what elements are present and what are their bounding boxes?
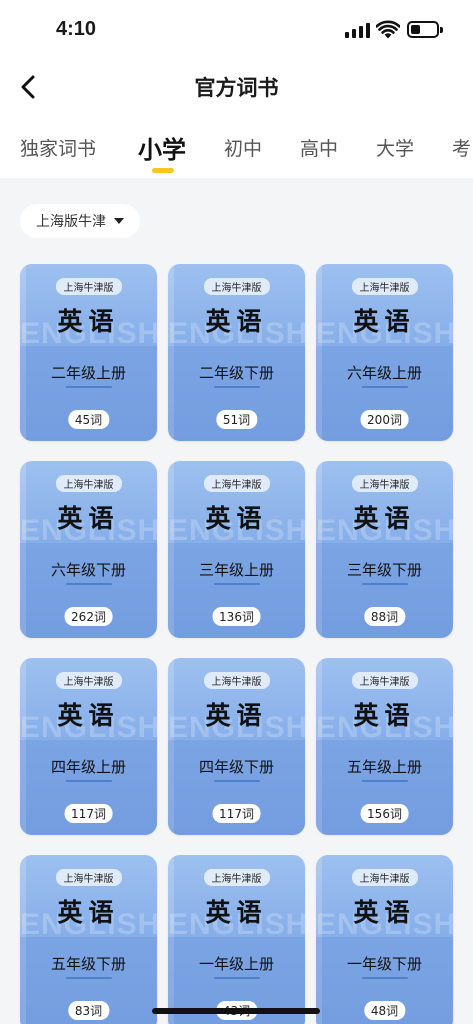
word-count-badge: 48词 bbox=[363, 1001, 406, 1020]
grade-underline bbox=[65, 583, 112, 585]
category-tabs: 独家词书 小学 初中 高中 大学 考 bbox=[0, 130, 473, 176]
grade-label: 二年级上册 bbox=[50, 364, 126, 382]
word-count-badge: 88词 bbox=[363, 607, 406, 626]
book-card[interactable]: ENGLISH 上海牛津版 英语 六年级上册 200词 bbox=[316, 264, 453, 441]
publisher-badge: 上海牛津版 bbox=[351, 475, 418, 492]
publisher-badge: 上海牛津版 bbox=[351, 278, 418, 295]
grade-label: 四年级下册 bbox=[198, 758, 274, 776]
publisher-badge: 上海牛津版 bbox=[55, 672, 122, 689]
word-count-badge: 262词 bbox=[64, 607, 113, 626]
caret-down-icon bbox=[114, 218, 124, 224]
grade-label: 四年级上册 bbox=[50, 758, 126, 776]
publisher-badge: 上海牛津版 bbox=[203, 278, 270, 295]
grade-underline bbox=[65, 780, 112, 782]
subject-title: 英语 bbox=[353, 701, 416, 730]
grade-underline bbox=[213, 977, 260, 979]
publisher-badge: 上海牛津版 bbox=[203, 869, 270, 886]
book-card[interactable]: ENGLISH 上海牛津版 英语 三年级上册 136词 bbox=[168, 461, 305, 638]
publisher-badge: 上海牛津版 bbox=[351, 869, 418, 886]
grade-label: 六年级下册 bbox=[50, 561, 126, 579]
wifi-icon bbox=[376, 20, 400, 39]
tab-junior-high[interactable]: 初中 bbox=[224, 134, 262, 161]
publisher-badge: 上海牛津版 bbox=[55, 869, 122, 886]
grade-underline bbox=[65, 977, 112, 979]
subject-title: 英语 bbox=[57, 504, 120, 533]
subject-title: 英语 bbox=[353, 504, 416, 533]
subject-title: 英语 bbox=[353, 898, 416, 927]
word-count-badge: 156词 bbox=[360, 804, 409, 823]
word-count-badge: 117词 bbox=[64, 804, 113, 823]
word-count-badge: 45词 bbox=[67, 410, 110, 429]
word-count-badge: 51词 bbox=[215, 410, 258, 429]
edition-filter-dropdown[interactable]: 上海版牛津 bbox=[20, 204, 140, 238]
subject-title: 英语 bbox=[205, 504, 268, 533]
home-indicator[interactable] bbox=[152, 1008, 320, 1014]
book-card[interactable]: ENGLISH 上海牛津版 英语 五年级下册 83词 bbox=[20, 855, 157, 1024]
book-card[interactable]: ENGLISH 上海牛津版 英语 五年级上册 156词 bbox=[316, 658, 453, 835]
word-count-badge: 136词 bbox=[212, 607, 261, 626]
grade-underline bbox=[213, 780, 260, 782]
active-tab-indicator bbox=[152, 168, 174, 173]
top-header: 4:10 官方词书 独家词书 小学 初中 高中 大学 考 bbox=[0, 0, 473, 178]
tab-primary-school[interactable]: 小学 bbox=[138, 130, 186, 165]
cellular-signal-icon bbox=[345, 22, 370, 38]
word-count-badge: 83词 bbox=[67, 1001, 110, 1020]
grade-underline bbox=[213, 583, 260, 585]
subject-title: 英语 bbox=[205, 701, 268, 730]
grade-underline bbox=[361, 386, 408, 388]
publisher-badge: 上海牛津版 bbox=[203, 475, 270, 492]
grade-underline bbox=[361, 977, 408, 979]
publisher-badge: 上海牛津版 bbox=[203, 672, 270, 689]
word-count-badge: 117词 bbox=[212, 804, 261, 823]
grade-label: 三年级下册 bbox=[346, 561, 422, 579]
grade-label: 一年级上册 bbox=[198, 955, 274, 973]
grade-underline bbox=[361, 780, 408, 782]
grade-underline bbox=[65, 386, 112, 388]
subject-title: 英语 bbox=[57, 307, 120, 336]
book-card[interactable]: ENGLISH上海牛津版英语一年级上册43词 bbox=[168, 855, 305, 1024]
page-title: 官方词书 bbox=[194, 76, 279, 100]
book-card[interactable]: ENGLISH 上海牛津版 英语 二年级上册 45词 bbox=[20, 264, 157, 441]
book-card[interactable]: ENGLISH 上海牛津版 英语 四年级上册 117词 bbox=[20, 658, 157, 835]
book-card[interactable]: ENGLISH 上海牛津版 英语 二年级下册 51词 bbox=[168, 264, 305, 441]
tab-senior-high[interactable]: 高中 bbox=[300, 134, 338, 161]
subject-title: 英语 bbox=[57, 701, 120, 730]
book-card[interactable]: ENGLISH 上海牛津版 英语 四年级下册 117词 bbox=[168, 658, 305, 835]
grade-underline bbox=[361, 583, 408, 585]
book-card[interactable]: ENGLISH 上海牛津版 英语 六年级下册 262词 bbox=[20, 461, 157, 638]
subject-title: 英语 bbox=[205, 307, 268, 336]
publisher-badge: 上海牛津版 bbox=[55, 475, 122, 492]
tab-university[interactable]: 大学 bbox=[376, 134, 414, 161]
status-time: 4:10 bbox=[56, 18, 97, 40]
tab-exclusive[interactable]: 独家词书 bbox=[20, 134, 96, 161]
grade-label: 三年级上册 bbox=[198, 561, 274, 579]
battery-level bbox=[411, 25, 420, 34]
book-card[interactable]: ENGLISH 上海牛津版 英语 三年级下册 88词 bbox=[316, 461, 453, 638]
publisher-badge: 上海牛津版 bbox=[351, 672, 418, 689]
publisher-badge: 上海牛津版 bbox=[55, 278, 122, 295]
grade-label: 一年级下册 bbox=[346, 955, 422, 973]
tab-exam[interactable]: 考 bbox=[452, 134, 471, 161]
grade-label: 五年级上册 bbox=[346, 758, 422, 776]
subject-title: 英语 bbox=[353, 307, 416, 336]
battery-icon bbox=[407, 21, 443, 38]
subject-title: 英语 bbox=[57, 898, 120, 927]
grade-underline bbox=[213, 386, 260, 388]
subject-title: 英语 bbox=[205, 898, 268, 927]
grade-label: 二年级下册 bbox=[198, 364, 274, 382]
status-bar: 4:10 bbox=[0, 0, 473, 60]
grade-label: 六年级上册 bbox=[346, 364, 422, 382]
navigation-bar: 官方词书 bbox=[0, 64, 473, 110]
word-count-badge: 200词 bbox=[360, 410, 409, 429]
grade-label: 五年级下册 bbox=[50, 955, 126, 973]
book-card[interactable]: ENGLISH 上海牛津版 英语 一年级下册 48词 bbox=[316, 855, 453, 1024]
edition-filter-label: 上海版牛津 bbox=[36, 214, 106, 230]
